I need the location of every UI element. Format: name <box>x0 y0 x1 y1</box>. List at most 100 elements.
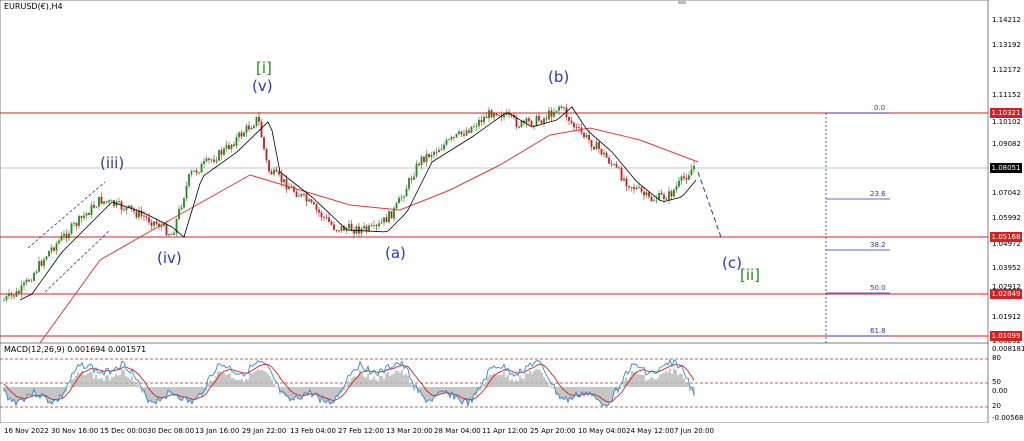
candle-body <box>35 271 38 273</box>
time-axis-label: 16 Nov 2022 <box>4 427 49 435</box>
candle-body <box>50 247 53 251</box>
candle-body <box>93 205 95 208</box>
candle-body <box>305 194 308 202</box>
candle-body <box>315 204 318 210</box>
candle-body <box>568 117 570 121</box>
price-axis-label: 1.01912 <box>992 313 1021 321</box>
candle-body <box>588 134 590 141</box>
candle-body <box>23 282 25 286</box>
candle-body <box>610 163 613 165</box>
candle-body <box>178 208 180 219</box>
candle-body <box>690 169 693 176</box>
candle-body <box>458 131 460 134</box>
candle-body <box>680 176 683 181</box>
candle-body <box>155 221 158 224</box>
candle-body <box>218 150 220 161</box>
candle-body <box>45 256 48 260</box>
candle-body <box>318 209 320 213</box>
candle-body <box>355 226 358 234</box>
chart-title: EURUSD(€),H4 <box>4 2 63 11</box>
candle-body <box>285 179 288 190</box>
candle-body <box>413 176 415 180</box>
candle-body <box>400 197 403 199</box>
time-axis-label: 27 Feb 12:00 <box>338 427 384 435</box>
candle-body <box>180 207 183 209</box>
candle-body <box>223 148 225 155</box>
candle-body <box>330 221 333 225</box>
macd-panel[interactable]: MACD(12,26,9) 0.001694 0.001571 0.008181… <box>0 343 1024 423</box>
price-axis-label: 1.05992 <box>992 214 1021 222</box>
candle-body <box>638 187 640 189</box>
candle-body <box>403 196 405 198</box>
fib-label-618: 61.8 <box>870 327 886 335</box>
candle-body <box>135 211 138 218</box>
fib-label-50: 50.0 <box>870 284 886 292</box>
candle-body <box>580 127 583 133</box>
candle-body <box>3 299 5 301</box>
candle-body <box>240 132 243 137</box>
candle-body <box>430 154 433 157</box>
candle-body <box>43 259 45 266</box>
time-axis-label: 24 May 12:00 <box>626 427 675 435</box>
candle-body <box>670 191 673 197</box>
candle-body <box>663 194 665 199</box>
wave-label-i-green: [i] <box>256 59 272 77</box>
scroll-marker[interactable] <box>678 0 686 4</box>
candle-body <box>595 142 598 150</box>
candle-body <box>30 280 33 282</box>
price-axis-label: 1.03952 <box>992 264 1021 272</box>
candle-body <box>300 193 303 197</box>
candle-body <box>90 205 93 215</box>
candle-body <box>650 196 653 202</box>
candle-body <box>375 224 378 226</box>
macd-chart[interactable] <box>0 343 1024 423</box>
candle-body <box>105 201 108 203</box>
candle-body <box>230 144 233 150</box>
candle-body <box>560 106 563 108</box>
price-chart-panel[interactable]: EURUSD(€),H4 1.14212 1.13192 1.12172 1.1… <box>0 0 1024 345</box>
candle-body <box>415 163 418 177</box>
candle-body <box>435 151 438 153</box>
candle-body <box>633 186 635 189</box>
candle-body <box>210 159 213 161</box>
candle-body <box>605 152 608 158</box>
candle-body <box>288 187 290 190</box>
candle-body <box>538 116 540 121</box>
candle-body <box>228 145 230 150</box>
time-axis-label: 13 Mar 20:00 <box>386 427 433 435</box>
candle-body <box>268 160 270 172</box>
candle-body <box>63 233 65 236</box>
candle-body <box>168 234 170 236</box>
candle-body <box>225 145 228 149</box>
candle-body <box>405 188 408 197</box>
candle-body <box>293 186 295 192</box>
candle-body <box>195 170 198 173</box>
candle-body <box>245 125 248 133</box>
candle-body <box>613 164 615 165</box>
candle-body <box>640 187 643 192</box>
candle-body <box>70 223 73 234</box>
candle-body <box>303 193 305 195</box>
candle-body <box>525 118 528 123</box>
candle-body <box>103 201 105 204</box>
candle-body <box>310 199 313 203</box>
candle-body <box>585 134 588 138</box>
candle-body <box>545 118 548 120</box>
candle-body <box>188 174 190 186</box>
candle-body <box>273 169 275 175</box>
candle-body <box>153 221 155 226</box>
candle-body <box>480 119 483 123</box>
candle-body <box>370 225 373 227</box>
candle-body <box>598 142 600 149</box>
candle-body <box>530 121 533 126</box>
candle-body <box>145 216 148 218</box>
candle-body <box>270 171 273 175</box>
candle-body <box>173 232 175 235</box>
price-axis-label: 1.07042 <box>992 189 1021 197</box>
candle-body <box>378 223 380 226</box>
price-axis-label: 1.13192 <box>992 41 1021 49</box>
candle-body <box>648 192 650 197</box>
candle-body <box>558 106 560 111</box>
candle-body <box>600 148 603 155</box>
candle-body <box>358 226 360 234</box>
